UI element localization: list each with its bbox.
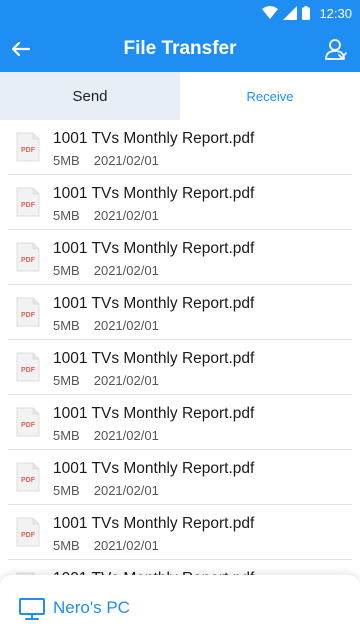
file-meta: 5MB 2021/02/01 — [53, 318, 159, 333]
file-name: 1001 TVs Monthly Report.pdf — [53, 185, 255, 202]
status-time: 12:30 — [319, 5, 352, 21]
file-list-item[interactable]: PDF 1001 TVs Monthly Report.pdf 5MB 2021/… — [8, 450, 352, 505]
file-name: 1001 TVs Monthly Report.pdf — [53, 130, 255, 147]
file-size: 5MB — [53, 208, 80, 223]
file-list-item[interactable]: PDF 1001 TVs Monthly Report.pdf 5MB2021/… — [8, 560, 352, 575]
pdf-icon-label: PDF — [21, 477, 36, 484]
file-date: 2021/02/01 — [93, 483, 159, 498]
file-list-item[interactable]: PDF 1001 TVs Monthly Report.pdf 5MB 2021/… — [8, 285, 352, 340]
status-bar: 12:30 — [0, 0, 360, 26]
file-list-item[interactable]: PDF 1001 TVs Monthly Report.pdf 5MB 2021/… — [8, 175, 352, 230]
pdf-file-icon: PDF — [16, 132, 40, 162]
file-meta: 5MB 2021/02/01 — [53, 263, 159, 278]
file-size: 5MB — [53, 318, 80, 333]
file-name: 1001 TVs Monthly Report.pdf — [53, 350, 255, 367]
file-size: 5MB — [53, 373, 80, 388]
file-list-item[interactable]: PDF 1001 TVs Monthly Report.pdf 5MB 2021/… — [8, 230, 352, 285]
tab-send[interactable]: Send — [0, 72, 180, 120]
pdf-file-icon: PDF — [16, 242, 40, 272]
file-name: 1001 TVs Monthly Report.pdf — [53, 240, 255, 257]
file-date: 2021/02/01 — [93, 318, 159, 333]
file-date: 2021/02/01 — [93, 428, 159, 443]
file-meta: 5MB 2021/02/01 — [53, 538, 159, 553]
file-date: 2021/02/01 — [93, 373, 159, 388]
profile-button[interactable] — [322, 35, 350, 63]
pdf-file-icon: PDF — [16, 462, 40, 492]
file-size: 5MB — [53, 153, 80, 168]
arrow-left-icon — [12, 42, 30, 56]
pdf-file-icon: PDF — [16, 517, 40, 547]
tab-send-label: Send — [72, 87, 108, 105]
app-bar: File Transfer — [0, 26, 360, 72]
pdf-file-icon: PDF — [16, 187, 40, 217]
file-transfer-screen: 12:30 File Transfer Send Receive PDF 100… — [0, 0, 360, 640]
back-button[interactable] — [6, 34, 36, 64]
file-list: PDF 1001 TVs Monthly Report.pdf 5MB 2021/… — [0, 120, 360, 575]
page-title: File Transfer — [123, 38, 237, 59]
file-list-item[interactable]: PDF 1001 TVs Monthly Report.pdf 5MB 2021/… — [8, 340, 352, 395]
pdf-icon-label: PDF — [21, 147, 36, 154]
pdf-icon-label: PDF — [21, 312, 36, 319]
monitor-icon — [19, 598, 45, 620]
file-list-item[interactable]: PDF 1001 TVs Monthly Report.pdf 5MB 2021/… — [8, 120, 352, 175]
device-name[interactable]: Nero's PC — [53, 598, 130, 618]
pdf-icon-label: PDF — [21, 202, 36, 209]
tab-receive[interactable]: Receive — [180, 72, 360, 120]
file-name: 1001 TVs Monthly Report.pdf — [53, 460, 255, 477]
signal-icon — [283, 6, 298, 20]
pdf-file-icon: PDF — [16, 297, 40, 327]
file-name: 1001 TVs Monthly Report.pdf — [53, 405, 255, 422]
pdf-file-icon: PDF — [16, 407, 40, 437]
file-date: 2021/02/01 — [93, 263, 159, 278]
pdf-icon-label: PDF — [21, 422, 36, 429]
pdf-icon-label: PDF — [21, 532, 36, 539]
device-bar[interactable]: Nero's PC — [0, 575, 360, 640]
pdf-icon-label: PDF — [21, 367, 36, 374]
file-date: 2021/02/01 — [93, 538, 159, 553]
file-size: 5MB — [53, 483, 80, 498]
tab-receive-label: Receive — [246, 88, 294, 104]
file-size: 5MB — [53, 538, 80, 553]
file-name: 1001 TVs Monthly Report.pdf — [53, 295, 255, 312]
wifi-icon — [262, 6, 279, 19]
pdf-file-icon: PDF — [16, 352, 40, 382]
user-profile-icon — [325, 39, 347, 60]
file-date: 2021/02/01 — [93, 153, 159, 168]
file-meta: 5MB 2021/02/01 — [53, 428, 159, 443]
file-meta: 5MB 2021/02/01 — [53, 153, 159, 168]
file-name: 1001 TVs Monthly Report.pdf — [53, 515, 255, 532]
file-list-item[interactable]: PDF 1001 TVs Monthly Report.pdf 5MB 2021/… — [8, 395, 352, 450]
tab-bar: Send Receive — [0, 72, 360, 120]
pdf-icon-label: PDF — [21, 257, 36, 264]
file-date: 2021/02/01 — [93, 208, 159, 223]
file-meta: 5MB 2021/02/01 — [53, 483, 159, 498]
file-list-item[interactable]: PDF 1001 TVs Monthly Report.pdf 5MB 2021/… — [8, 505, 352, 560]
status-icons: 12:30 — [262, 4, 352, 22]
battery-icon — [302, 6, 311, 20]
file-meta: 5MB 2021/02/01 — [53, 208, 159, 223]
file-size: 5MB — [53, 428, 80, 443]
file-meta: 5MB 2021/02/01 — [53, 373, 159, 388]
file-size: 5MB — [53, 263, 80, 278]
